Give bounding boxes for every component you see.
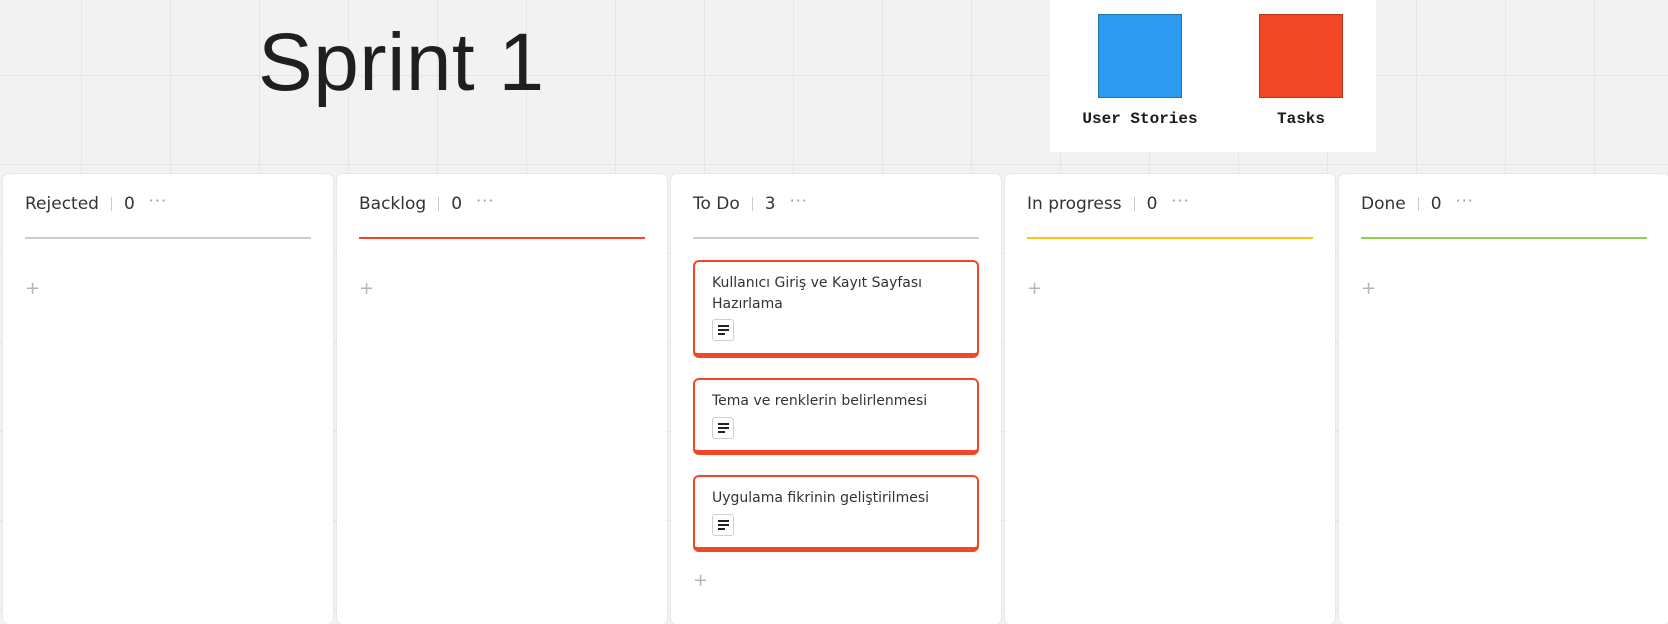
task-card[interactable]: Kullanıcı Giriş ve Kayıt Sayfası Hazırla…	[693, 260, 979, 358]
column-title[interactable]: In progress	[1027, 194, 1122, 214]
legend-frame[interactable]: User Stories Tasks	[1050, 0, 1376, 152]
legend-label: User Stories	[1082, 110, 1198, 128]
add-card-icon[interactable]: +	[359, 280, 374, 298]
task-card[interactable]: Tema ve renklerin belirlenmesi	[693, 378, 979, 455]
column-to-do[interactable]: To Do 3 ··· Kullanıcı Giriş ve Kayıt Say…	[671, 174, 1001, 624]
legend-item-tasks[interactable]: Tasks	[1241, 14, 1361, 128]
tasks-swatch	[1259, 14, 1343, 98]
more-options-icon[interactable]: ···	[790, 191, 808, 210]
more-options-icon[interactable]: ···	[476, 191, 494, 210]
column-header: Backlog 0 ···	[359, 191, 645, 215]
divider	[438, 197, 440, 211]
add-card-icon[interactable]: +	[693, 572, 708, 590]
add-card-icon[interactable]: +	[1361, 280, 1376, 298]
column-done[interactable]: Done 0 ··· +	[1339, 174, 1668, 624]
add-card-icon[interactable]: +	[25, 280, 40, 298]
card-title: Kullanıcı Giriş ve Kayıt Sayfası Hazırla…	[712, 275, 923, 312]
column-in-progress[interactable]: In progress 0 ··· +	[1005, 174, 1335, 624]
add-card-icon[interactable]: +	[1027, 280, 1042, 298]
more-options-icon[interactable]: ···	[149, 191, 167, 210]
card-count: 0	[123, 194, 135, 214]
column-color-line	[1027, 237, 1313, 239]
divider	[1417, 197, 1419, 211]
column-title[interactable]: Backlog	[359, 194, 426, 214]
task-card[interactable]: Uygulama fikrinin geliştirilmesi	[693, 475, 979, 552]
column-color-line	[359, 237, 645, 239]
column-backlog[interactable]: Backlog 0 ··· +	[337, 174, 667, 624]
more-options-icon[interactable]: ···	[1171, 191, 1189, 210]
description-icon[interactable]	[712, 319, 734, 341]
card-count: 0	[451, 194, 463, 214]
divider	[110, 197, 112, 211]
card-count: 0	[1430, 194, 1442, 214]
card-count: 3	[764, 194, 776, 214]
column-header: Done 0 ···	[1361, 191, 1647, 215]
column-header: In progress 0 ···	[1027, 191, 1313, 215]
column-title[interactable]: To Do	[693, 194, 740, 214]
column-title[interactable]: Rejected	[25, 194, 99, 214]
column-rejected[interactable]: Rejected 0 ··· +	[3, 174, 333, 624]
column-color-line	[693, 237, 979, 239]
card-title: Tema ve renklerin belirlenmesi	[712, 393, 928, 409]
card-title: Uygulama fikrinin geliştirilmesi	[712, 490, 930, 506]
card-count: 0	[1146, 194, 1158, 214]
column-color-line	[1361, 237, 1647, 239]
divider	[1133, 197, 1135, 211]
legend-label: Tasks	[1276, 110, 1325, 128]
column-color-line	[25, 237, 311, 239]
board-title[interactable]: Sprint 1	[258, 22, 545, 104]
more-options-icon[interactable]: ···	[1456, 191, 1474, 210]
column-header: Rejected 0 ···	[25, 191, 311, 215]
column-header: To Do 3 ···	[693, 191, 979, 215]
divider	[751, 197, 753, 211]
description-icon[interactable]	[712, 417, 734, 439]
user-stories-swatch	[1098, 14, 1182, 98]
column-title[interactable]: Done	[1361, 194, 1406, 214]
description-icon[interactable]	[712, 514, 734, 536]
legend-item-user-stories[interactable]: User Stories	[1080, 14, 1200, 128]
